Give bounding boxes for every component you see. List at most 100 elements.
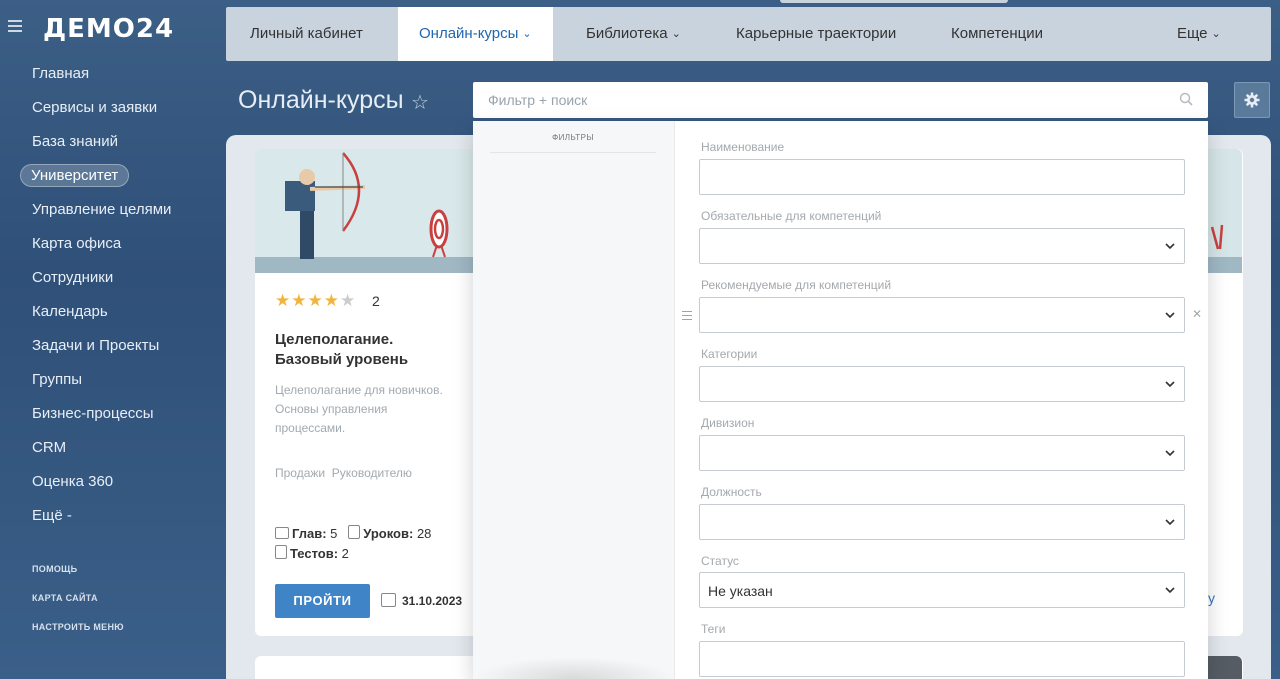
sidebar-item-label: Главная (32, 65, 90, 82)
tab-label: Еще (1177, 25, 1208, 42)
tag[interactable]: Продажи (275, 466, 325, 480)
tab-label: Личный кабинет (250, 25, 363, 42)
sidebar-item-university[interactable]: Университет (0, 159, 226, 193)
status-select[interactable]: Не указан (699, 572, 1185, 608)
sitemap-link[interactable]: КАРТА САЙТА (32, 589, 124, 618)
sidebar-item-business-processes[interactable]: Бизнес-процессы (0, 397, 226, 431)
filter-popup: ФИЛЬТРЫ Наименование Обязательные для ко… (473, 121, 1208, 679)
favorite-star-icon[interactable]: ☆ (411, 90, 429, 115)
chevron-down-icon (1165, 450, 1175, 457)
tab-online-courses[interactable]: Онлайн-курсы ⌄ (398, 7, 553, 61)
sidebar-item-label: Задачи и Проекты (32, 337, 160, 354)
sidebar-item-groups[interactable]: Группы (0, 363, 226, 397)
chevron-down-icon (1165, 587, 1175, 594)
tests-label: Тестов: (290, 546, 339, 561)
status-value: Не указан (708, 583, 773, 599)
chevron-down-icon (1165, 243, 1175, 250)
tags-input[interactable] (700, 642, 1184, 676)
sidebar-item-label: Группы (32, 371, 82, 388)
rating-stars: ★★★★★ (275, 291, 356, 311)
sidebar-item-home[interactable]: Главная (0, 57, 226, 91)
field-label-division: Дивизион (701, 416, 755, 430)
sidebar-item-label: Университет (20, 164, 130, 187)
sidebar-item-knowledge-base[interactable]: База знаний (0, 125, 226, 159)
sidebar-item-services[interactable]: Сервисы и заявки (0, 91, 226, 125)
chevron-down-icon (1165, 312, 1175, 319)
tab-label: Онлайн-курсы (419, 25, 519, 42)
sidebar-item-360[interactable]: Оценка 360 (0, 465, 226, 499)
sidebar-footer-links: ПОМОЩЬ КАРТА САЙТА НАСТРОИТЬ МЕНЮ (32, 560, 124, 647)
search-input[interactable] (473, 82, 1208, 118)
sidebar-item-label: Сотрудники (32, 269, 114, 286)
sidebar-item-label: Календарь (32, 303, 108, 320)
sidebar-item-label: Бизнес-процессы (32, 405, 154, 422)
search-icon[interactable] (1179, 92, 1193, 106)
name-field[interactable] (699, 159, 1185, 195)
tab-more[interactable]: Еще ⌄ (1177, 7, 1221, 61)
card-link[interactable]: у (1208, 590, 1215, 606)
sidebar-item-tasks[interactable]: Задачи и Проекты (0, 329, 226, 363)
help-link[interactable]: ПОМОЩЬ (32, 560, 124, 589)
course-image (255, 149, 475, 273)
division-select[interactable] (699, 435, 1185, 471)
star-icon: ★ (275, 291, 292, 310)
sidebar-item-crm[interactable]: CRM (0, 431, 226, 465)
star-icon: ★ (307, 291, 324, 310)
tab-library[interactable]: Библиотека ⌄ (586, 7, 681, 61)
required-competencies-select[interactable] (699, 228, 1185, 264)
sidebar-item-label: Сервисы и заявки (32, 99, 158, 116)
tags-field[interactable] (699, 641, 1185, 677)
tab-label: Библиотека (586, 25, 668, 42)
configure-menu-link[interactable]: НАСТРОИТЬ МЕНЮ (32, 618, 124, 647)
sidebar-item-label: Карта офиса (32, 235, 122, 252)
logo[interactable]: ДЕМО24 (43, 14, 174, 44)
chevron-down-icon (1165, 519, 1175, 526)
recommended-competencies-select[interactable] (699, 297, 1185, 333)
sidebar-menu: Главная Сервисы и заявки База знаний Уни… (0, 57, 226, 533)
filter-search-box[interactable] (473, 82, 1208, 118)
lessons-label: Уроков: (363, 526, 414, 541)
document-icon (348, 525, 361, 539)
sidebar-item-label: CRM (32, 439, 67, 456)
tests-value: 2 (341, 546, 349, 561)
tab-label: Компетенции (951, 25, 1044, 42)
sidebar-item-more[interactable]: Ещё - (0, 499, 226, 533)
categories-select[interactable] (699, 366, 1185, 402)
chapters-label: Глав: (292, 526, 327, 541)
name-input[interactable] (700, 160, 1184, 194)
gear-icon (1244, 92, 1260, 108)
settings-button[interactable] (1234, 82, 1270, 118)
tab-career-paths[interactable]: Карьерные траектории (736, 7, 896, 61)
rating-count: 2 (372, 293, 380, 309)
course-title[interactable]: Целеполагание. Базовый уровень (275, 330, 465, 370)
course-tags: Продажи Руководителю (275, 466, 412, 480)
field-label-status: Статус (701, 554, 739, 568)
position-select[interactable] (699, 504, 1185, 540)
tab-competencies[interactable]: Компетенции (951, 7, 1043, 61)
star-icon: ★ (323, 291, 340, 310)
tab-personal-account[interactable]: Личный кабинет (250, 7, 363, 61)
field-label-name: Наименование (701, 140, 785, 154)
lessons-value: 28 (416, 526, 432, 541)
sidebar-item-calendar[interactable]: Календарь (0, 295, 226, 329)
field-label-required-competencies: Обязательные для компетенций (701, 209, 882, 223)
field-label-recommended-competencies: Рекомендуемые для компетенций (701, 278, 892, 292)
remove-field-icon[interactable]: ✕ (1192, 307, 1202, 321)
chevron-down-icon (1165, 381, 1175, 388)
page-title: Онлайн-курсы (238, 86, 404, 114)
filter-presets-panel: ФИЛЬТРЫ (473, 121, 675, 679)
tag[interactable]: Руководителю (332, 466, 412, 480)
chevron-down-icon: ⌄ (522, 28, 532, 40)
chevron-down-icon: ⌄ (671, 28, 681, 40)
top-nav: Личный кабинет Онлайн-курсы ⌄ Библиотека ⌄… (226, 7, 1271, 61)
sidebar-item-employees[interactable]: Сотрудники (0, 261, 226, 295)
sidebar-item-label: Ещё - (32, 507, 72, 524)
start-course-button[interactable]: ПРОЙТИ (275, 584, 370, 618)
hamburger-menu-icon[interactable] (8, 20, 22, 32)
course-title-line: Целеполагание. (275, 331, 394, 348)
drag-handle-icon[interactable] (682, 311, 692, 323)
field-label-position: Должность (701, 485, 762, 499)
sidebar-item-office-map[interactable]: Карта офиса (0, 227, 226, 261)
star-empty-icon: ★ (340, 291, 357, 310)
sidebar-item-goals[interactable]: Управление целями (0, 193, 226, 227)
